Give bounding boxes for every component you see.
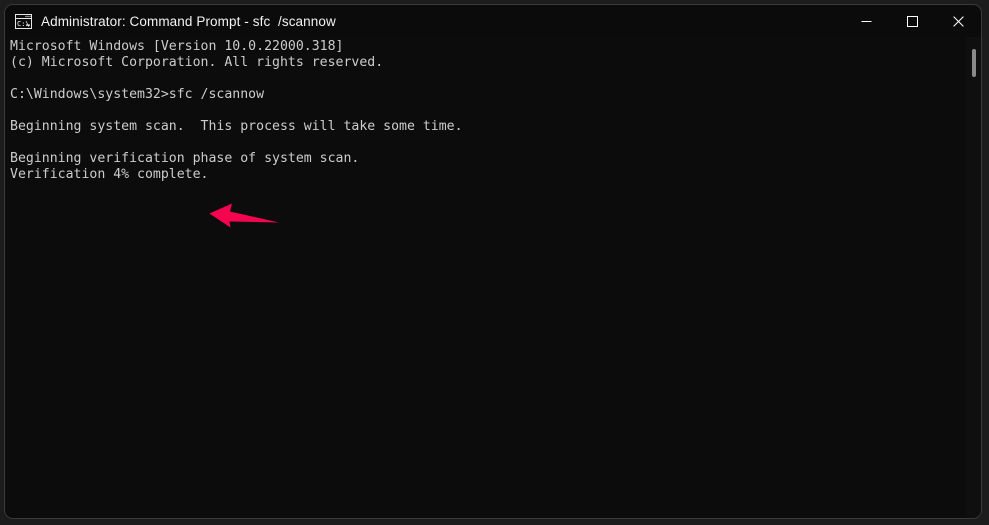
- svg-text:C:\: C:\: [17, 20, 30, 28]
- minimize-button[interactable]: [843, 5, 889, 37]
- maximize-button[interactable]: [889, 5, 935, 37]
- window-title: Administrator: Command Prompt - sfc /sca…: [41, 13, 336, 29]
- window-controls: [843, 5, 981, 37]
- close-button[interactable]: [935, 5, 981, 37]
- command-prompt-icon: C:\: [15, 13, 32, 29]
- terminal-output-area[interactable]: Microsoft Windows [Version 10.0.22000.31…: [5, 37, 981, 518]
- scrollbar[interactable]: [966, 37, 981, 518]
- left-pointing-arrow-annotation: [209, 203, 279, 228]
- scrollbar-thumb[interactable]: [972, 49, 976, 77]
- title-bar[interactable]: C:\ Administrator: Command Prompt - sfc …: [5, 5, 981, 37]
- command-prompt-window: C:\ Administrator: Command Prompt - sfc …: [4, 4, 982, 519]
- maximize-icon: [906, 15, 918, 27]
- close-icon: [952, 15, 964, 27]
- terminal-text: Microsoft Windows [Version 10.0.22000.31…: [10, 39, 463, 182]
- screen-root: C:\ Administrator: Command Prompt - sfc …: [0, 0, 989, 525]
- minimize-icon: [861, 20, 871, 22]
